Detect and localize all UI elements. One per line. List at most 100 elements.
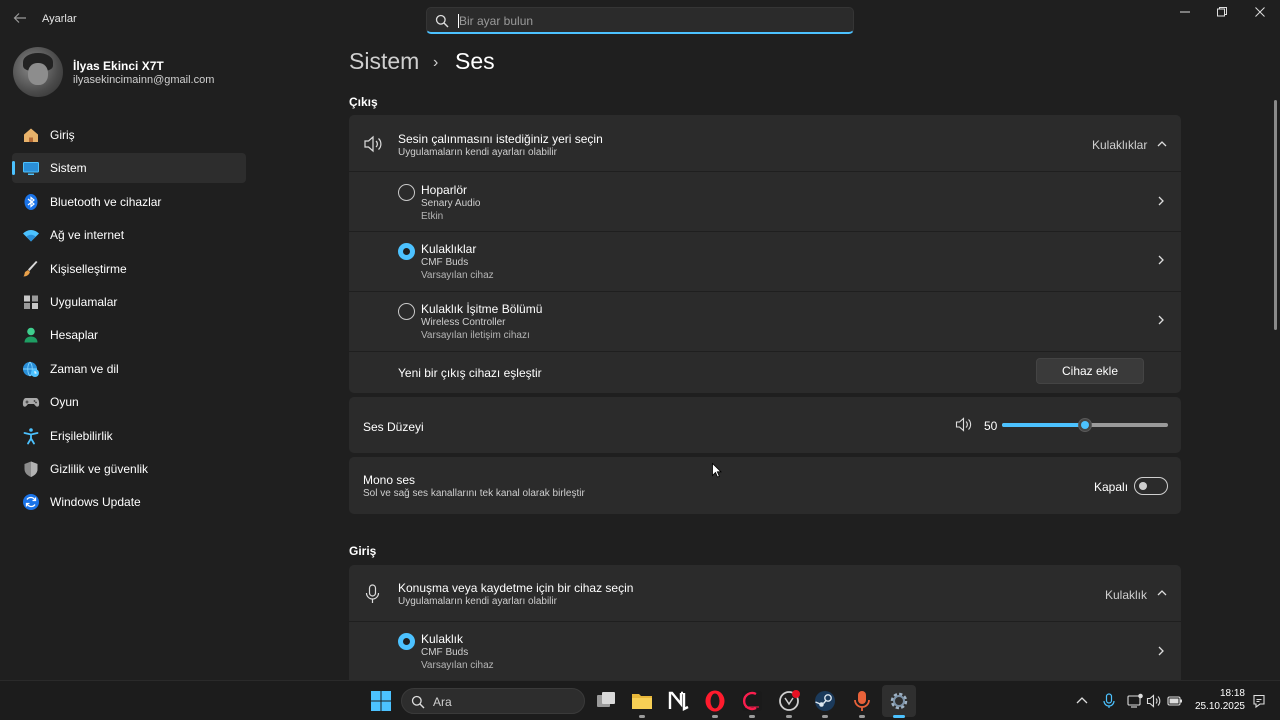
notion-icon[interactable] (667, 689, 691, 713)
running-indicator (712, 715, 718, 718)
opera-icon[interactable] (703, 689, 727, 713)
device-driver: CMF Buds (421, 257, 469, 268)
output-chooser-header[interactable]: Sesin çalınmasını istediğiniz yeri seçin… (349, 115, 1181, 171)
sidebar-item-time-language[interactable]: Zaman ve dil (12, 354, 246, 384)
running-indicator (786, 715, 792, 718)
sidebar-item-bluetooth[interactable]: Bluetooth ve cihazlar (12, 187, 246, 217)
chevron-up-icon[interactable] (1155, 586, 1169, 600)
notifications-icon[interactable] (1251, 693, 1267, 709)
chatgpt-icon[interactable] (777, 689, 801, 713)
taskbar-search-label: Ara (433, 695, 452, 709)
opera-gx-icon[interactable] (740, 689, 764, 713)
sidebar-item-label: Oyun (50, 395, 79, 410)
volume-value: 50 (984, 419, 998, 433)
speaker-tray-icon[interactable] (1146, 693, 1162, 709)
person-icon (24, 328, 38, 343)
device-status: Varsayılan cihaz (421, 660, 494, 671)
sidebar-item-accessibility[interactable]: Erişilebilirlik (12, 421, 246, 451)
sidebar-item-network[interactable]: Ağ ve internet (12, 220, 246, 250)
battery-icon[interactable] (1167, 693, 1183, 709)
back-arrow-icon[interactable] (10, 10, 30, 30)
search-box[interactable] (426, 7, 854, 34)
accessibility-icon (23, 427, 39, 444)
breadcrumb-parent[interactable]: Sistem (349, 48, 419, 74)
chevron-right-icon[interactable] (1154, 253, 1168, 267)
input-heading: Giriş (349, 544, 377, 558)
input-selected-device: Kulaklık (1105, 588, 1148, 602)
chevron-up-icon[interactable] (1074, 693, 1090, 709)
device-name: Kulaklık (421, 632, 464, 646)
device-driver: Wireless Controller (421, 317, 506, 328)
volume-icon[interactable] (955, 417, 972, 432)
microphone-tray-icon[interactable] (1101, 693, 1117, 709)
input-chooser-header[interactable]: Konuşma veya kaydetme için bir cihaz seç… (349, 565, 1181, 621)
slider-thumb[interactable] (1078, 418, 1092, 432)
search-input[interactable] (459, 12, 839, 30)
home-icon (24, 128, 38, 142)
breadcrumb-separator: › (433, 54, 439, 71)
clock-time[interactable]: 18:18 (1219, 688, 1245, 699)
device-radio[interactable] (398, 303, 415, 320)
device-status: Etkin (421, 211, 444, 222)
chevron-right-icon[interactable] (1154, 644, 1168, 658)
sidebar-item-apps[interactable]: Uygulamalar (12, 287, 246, 317)
device-driver: CMF Buds (421, 647, 469, 658)
sidebar-item-personalization[interactable]: Kişiselleştirme (12, 254, 246, 284)
bluetooth-icon (24, 193, 38, 210)
task-view-icon[interactable] (594, 689, 618, 713)
wifi-icon (23, 230, 39, 242)
sidebar-item-label: Kişiselleştirme (50, 261, 127, 276)
add-device-button[interactable]: Cihaz ekle (1036, 358, 1144, 384)
settings-app-icon[interactable] (887, 689, 911, 713)
sidebar-item-windows-update[interactable]: Windows Update (12, 487, 246, 517)
mono-toggle[interactable] (1134, 477, 1168, 495)
output-device-card: Sesin çalınmasını istediğiniz yeri seçin… (349, 115, 1181, 393)
avatar[interactable] (13, 47, 63, 97)
brush-icon (23, 260, 38, 277)
device-radio[interactable] (398, 184, 415, 201)
clock-date[interactable]: 25.10.2025 (1194, 701, 1245, 712)
active-indicator (893, 715, 905, 718)
sidebar-item-accounts[interactable]: Hesaplar (12, 320, 246, 350)
input-device-row[interactable]: Kulaklık CMF Buds Varsayılan cihaz (349, 622, 1181, 681)
speaker-icon (364, 135, 382, 153)
pair-device-label: Yeni bir çıkış cihazı eşleştir (398, 366, 542, 380)
output-chooser-subtitle: Uygulamaların kendi ayarları olabilir (398, 147, 557, 158)
restore-button[interactable] (1204, 4, 1240, 24)
output-device-row[interactable]: Kulaklıklar CMF Buds Varsayılan cihaz (349, 232, 1181, 291)
sidebar-item-label: Ağ ve internet (50, 228, 125, 243)
taskbar-search[interactable]: Ara (401, 688, 585, 714)
running-indicator (822, 715, 828, 718)
device-radio-selected[interactable] (398, 243, 415, 260)
sidebar-item-sistem[interactable]: Sistem (12, 153, 246, 184)
sidebar-item-gaming[interactable]: Oyun (12, 387, 246, 417)
device-name: Hoparlör (421, 183, 468, 197)
network-icon[interactable] (1127, 693, 1143, 709)
output-device-row[interactable]: Hoparlör Senary Audio Etkin (349, 172, 1181, 231)
start-icon[interactable] (369, 689, 393, 713)
device-status: Varsayılan iletişim cihazı (421, 330, 530, 341)
minimize-button[interactable] (1167, 4, 1203, 24)
microphone-app-icon[interactable] (850, 689, 874, 713)
close-button[interactable] (1242, 4, 1278, 24)
scrollbar[interactable] (1274, 100, 1277, 330)
sidebar-item-privacy[interactable]: Gizlilik ve güvenlik (12, 454, 246, 484)
input-chooser-title: Konuşma veya kaydetme için bir cihaz seç… (398, 581, 634, 595)
output-device-row[interactable]: Kulaklık İşitme Bölümü Wireless Controll… (349, 292, 1181, 351)
file-explorer-icon[interactable] (630, 689, 654, 713)
sidebar-item-label: Windows Update (50, 495, 141, 510)
mono-subtitle: Sol ve sağ ses kanallarını tek kanal ola… (363, 488, 585, 499)
chevron-up-icon[interactable] (1155, 137, 1169, 151)
system-icon (23, 162, 39, 176)
device-name: Kulaklıklar (421, 242, 477, 256)
chevron-right-icon[interactable] (1154, 194, 1168, 208)
sidebar-item-giris[interactable]: Giriş (12, 120, 246, 150)
search-icon (411, 695, 425, 709)
search-icon (435, 14, 449, 28)
chevron-right-icon[interactable] (1154, 313, 1168, 327)
steam-icon[interactable] (813, 689, 837, 713)
volume-slider[interactable] (1002, 417, 1168, 433)
device-radio-selected[interactable] (398, 633, 415, 650)
apps-icon (24, 295, 38, 309)
volume-label: Ses Düzeyi (363, 420, 424, 434)
